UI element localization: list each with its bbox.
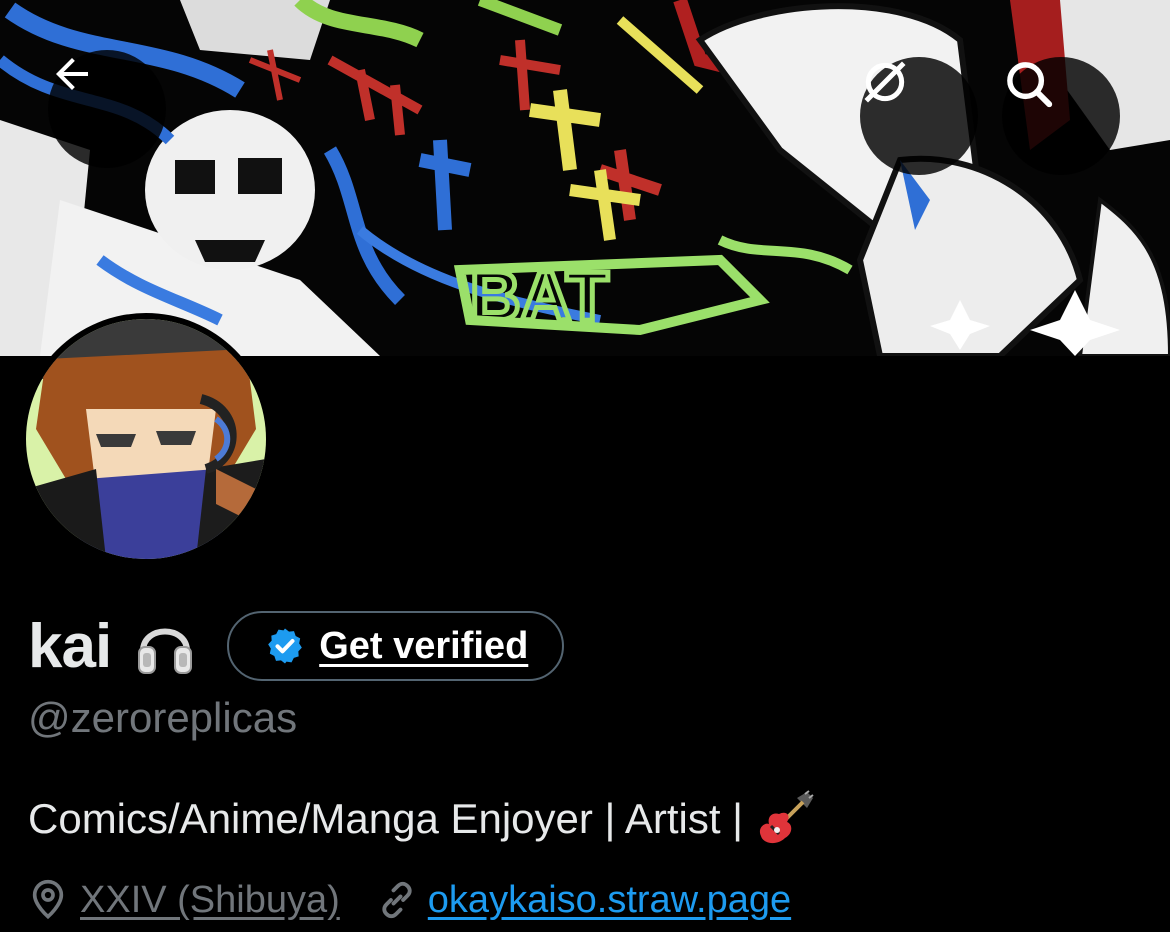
- display-name: kai: [28, 611, 112, 681]
- grok-button[interactable]: [860, 57, 978, 175]
- profile-banner[interactable]: BAT: [0, 0, 1170, 356]
- location-pin-icon: [32, 879, 64, 920]
- bio-text: Comics/Anime/Manga Enjoyer | Artist |: [28, 795, 744, 842]
- website-item[interactable]: okaykaiso.straw.page: [376, 879, 791, 922]
- verified-badge-icon: [268, 628, 303, 664]
- bio: Comics/Anime/Manga Enjoyer | Artist |: [28, 790, 815, 848]
- banner-art-text: BAT: [470, 257, 609, 335]
- profile-meta: XXIV (Shibuya) okaykaiso.straw.page: [28, 872, 791, 928]
- guitar-emoji: [759, 790, 814, 844]
- back-arrow-icon: [56, 58, 88, 90]
- website-link[interactable]: okaykaiso.straw.page: [428, 879, 791, 922]
- back-button[interactable]: [48, 50, 166, 168]
- search-icon: [1007, 62, 1053, 108]
- get-verified-button[interactable]: Get verified: [227, 611, 565, 681]
- location-text: XXIV (Shibuya): [80, 878, 340, 921]
- get-verified-label: Get verified: [319, 624, 529, 667]
- link-icon: [382, 881, 412, 919]
- headphones-emoji: [138, 628, 193, 674]
- grok-icon: [864, 61, 906, 103]
- search-button[interactable]: [1002, 57, 1120, 175]
- avatar-image: [26, 319, 266, 559]
- user-handle: @zeroreplicas: [28, 694, 298, 741]
- name-row: kai Get verified: [28, 606, 565, 686]
- profile-avatar[interactable]: [20, 313, 272, 565]
- location-item: XXIV (Shibuya): [28, 878, 340, 922]
- banner-artwork: BAT: [0, 0, 1170, 356]
